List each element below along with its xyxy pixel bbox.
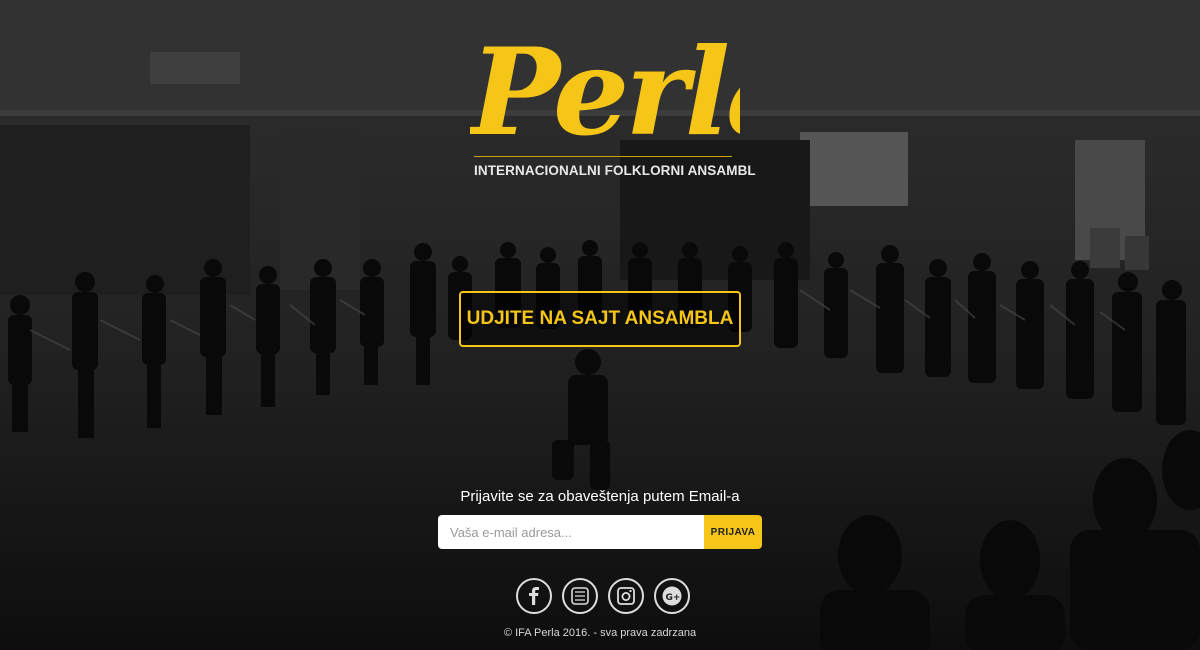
subscribe-form: PRIJAVA — [438, 515, 762, 549]
svg-text:G+: G+ — [666, 593, 681, 603]
logo-divider — [474, 156, 732, 157]
subscribe-label: Prijavite se za obaveštenja putem Email-… — [460, 488, 740, 505]
instagram-icon[interactable] — [608, 578, 644, 614]
perla-logo[interactable]: Perla — [470, 14, 740, 184]
enter-site-button[interactable]: UDJITE NA SAJT ANSAMBLA — [459, 291, 741, 347]
social-links: G+ — [516, 578, 690, 614]
google-plus-icon[interactable]: G+ — [654, 578, 690, 614]
logo-text: Perla — [470, 22, 740, 154]
facebook-icon[interactable] — [516, 578, 552, 614]
footer-copyright: © IFA Perla 2016. - sva prava zadrzana — [503, 627, 697, 639]
subscribe-button[interactable]: PRIJAVA — [704, 515, 762, 549]
email-field[interactable] — [438, 515, 704, 549]
brand-tagline: INTERNACIONALNI FOLKLORNI ANSAMBL — [474, 163, 756, 178]
youtube-icon[interactable] — [562, 578, 598, 614]
